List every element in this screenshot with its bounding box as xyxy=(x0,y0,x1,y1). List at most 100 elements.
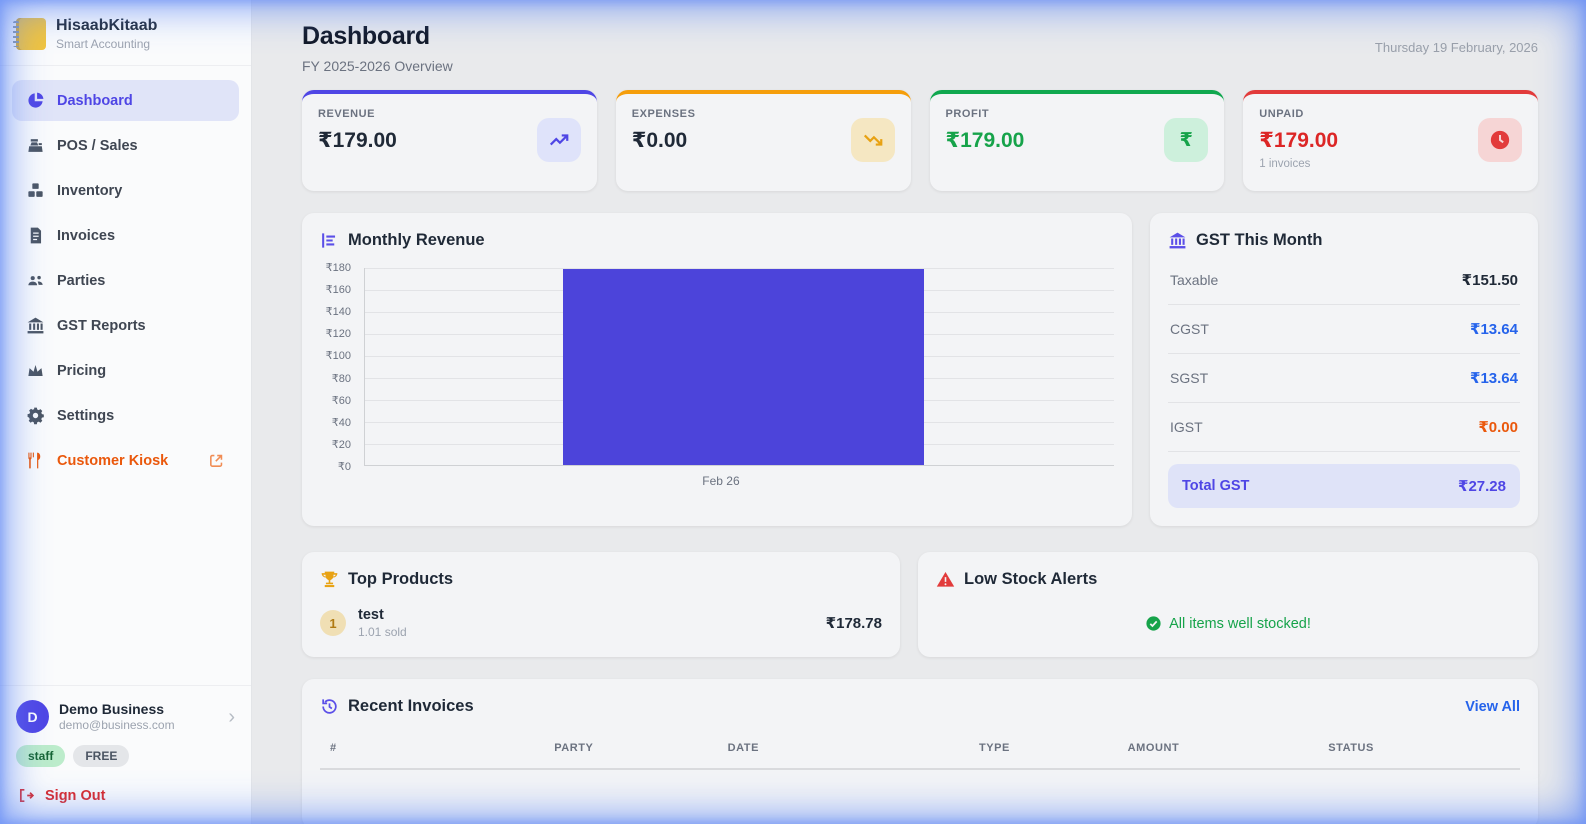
sidebar-item-invoices[interactable]: Invoices xyxy=(12,215,239,256)
sidebar-item-label: Invoices xyxy=(57,227,116,244)
table-divider xyxy=(320,768,1520,770)
monthly-revenue-panel: Monthly Revenue ₹180 ₹160 ₹140 ₹120 ₹100 ₹8… xyxy=(302,213,1132,526)
app-tagline: Smart Accounting xyxy=(56,37,151,52)
sidebar-item-dashboard[interactable]: Dashboard xyxy=(12,80,239,122)
app-name: HisaabKitaab xyxy=(56,17,158,34)
gst-rows: Taxable ₹151.50 CGST ₹13.64 SGST ₹13.64 … xyxy=(1168,256,1520,508)
view-all-link[interactable]: View All xyxy=(1465,699,1520,715)
bank-icon xyxy=(26,316,45,335)
sidebar-item-inventory[interactable]: Inventory xyxy=(12,170,239,211)
avatar: D xyxy=(16,700,49,733)
stat-label: PROFIT xyxy=(945,108,990,120)
col-status: STATUS xyxy=(1328,742,1374,754)
stat-cards-row: REVENUE ₹179.00 EXPENSES ₹0.00 PROFIT ₹1… xyxy=(302,90,1538,191)
sidebar-item-pos-sales[interactable]: POS / Sales xyxy=(12,125,239,166)
business-name: Demo Business xyxy=(59,701,165,717)
trend-down-icon xyxy=(850,118,895,162)
gst-row-cgst: CGST ₹13.64 xyxy=(1168,305,1520,354)
sidebar-item-label: Dashboard xyxy=(57,92,133,109)
panel-title: GST This Month xyxy=(1196,231,1323,249)
panel-title: Top Products xyxy=(348,570,454,588)
plan-badge: FREE xyxy=(73,745,130,767)
panel-title: Low Stock Alerts xyxy=(964,570,1098,588)
revenue-bar xyxy=(562,269,924,465)
sidebar-item-label: Settings xyxy=(57,407,115,424)
sign-out-label: Sign Out xyxy=(45,787,106,804)
bottom-row: Top Products 1 test 1.01 sold ₹178.78 Lo… xyxy=(302,552,1538,657)
trophy-icon xyxy=(320,570,339,589)
check-circle-icon xyxy=(1145,615,1162,632)
sidebar-footer: D Demo Business demo@business.com › staf… xyxy=(0,685,251,824)
panel-title: Recent Invoices xyxy=(348,697,474,715)
middle-row: Monthly Revenue ₹180 ₹160 ₹140 ₹120 ₹100 ₹8… xyxy=(302,213,1538,526)
chart-plot-area xyxy=(364,268,1114,466)
sidebar-item-gst-reports[interactable]: GST Reports xyxy=(12,305,239,346)
gst-row-taxable: Taxable ₹151.50 xyxy=(1168,256,1520,305)
chevron-right-icon: › xyxy=(228,705,235,728)
bank-icon xyxy=(1168,231,1187,250)
business-email: demo@business.com xyxy=(59,718,175,732)
invoice-icon xyxy=(26,226,45,245)
clock-icon xyxy=(1478,118,1522,162)
expenses-card: EXPENSES ₹0.00 xyxy=(615,90,911,191)
chart-x-tick: Feb 26 xyxy=(702,474,740,488)
product-sold: 1.01 sold xyxy=(358,625,407,639)
sign-out-button[interactable]: Sign Out xyxy=(16,773,235,814)
rupee-icon: ₹ xyxy=(1164,118,1209,162)
sidebar-item-customer-kiosk[interactable]: Customer Kiosk xyxy=(12,440,239,481)
stock-status-message: All items well stocked! xyxy=(936,615,1520,632)
product-name: test xyxy=(358,607,384,623)
profile-badges: staff FREE xyxy=(16,745,235,767)
col-amount: AMOUNT xyxy=(1127,742,1180,754)
gst-total-row: Total GST ₹27.28 xyxy=(1168,464,1520,508)
top-products-panel: Top Products 1 test 1.01 sold ₹178.78 xyxy=(302,552,900,657)
history-clock-icon xyxy=(320,697,339,716)
boxes-icon xyxy=(26,181,45,200)
recent-invoices-panel: Recent Invoices View All # PARTY DATE TY… xyxy=(302,679,1538,824)
main-content: Dashboard FY 2025-2026 Overview Thursday… xyxy=(252,0,1586,824)
gear-icon xyxy=(26,406,45,425)
external-link-icon xyxy=(208,452,225,469)
sidebar-item-label: Parties xyxy=(57,272,106,289)
warning-triangle-icon xyxy=(936,570,955,589)
notebook-logo-icon xyxy=(13,17,46,50)
product-amount: ₹178.78 xyxy=(825,615,882,632)
page-header: Dashboard FY 2025-2026 Overview Thursday… xyxy=(302,22,1538,74)
page-title: Dashboard xyxy=(302,22,430,50)
invoice-table-header: # PARTY DATE TYPE AMOUNT STATUS xyxy=(320,742,1520,754)
stat-label: EXPENSES xyxy=(631,108,696,120)
trend-up-icon xyxy=(536,118,581,162)
role-badge: staff xyxy=(16,745,66,767)
sidebar-item-parties[interactable]: Parties xyxy=(12,260,239,301)
stat-label: REVENUE xyxy=(318,108,376,120)
revenue-card: REVENUE ₹179.00 xyxy=(302,90,597,191)
rank-badge: 1 xyxy=(320,610,346,636)
sidebar-item-pricing[interactable]: Pricing xyxy=(12,350,239,391)
people-icon xyxy=(26,271,45,290)
utensils-icon xyxy=(26,451,45,470)
unpaid-card: UNPAID ₹179.00 1 invoices xyxy=(1243,90,1538,191)
pie-chart-icon xyxy=(26,91,45,110)
sidebar-item-settings[interactable]: Settings xyxy=(12,395,239,436)
gst-row-sgst: SGST ₹13.64 xyxy=(1168,354,1520,403)
business-profile[interactable]: D Demo Business demo@business.com › xyxy=(16,700,235,733)
sidebar-item-label: GST Reports xyxy=(57,317,146,334)
col-type: TYPE xyxy=(978,742,1010,754)
sidebar: HisaabKitaab Smart Accounting Dashboard … xyxy=(0,0,252,824)
chart-y-axis: ₹180 ₹160 ₹140 ₹120 ₹100 ₹80 ₹60 ₹40 ₹20 ₹0 xyxy=(325,262,351,473)
col-party: PARTY xyxy=(554,742,594,754)
col-number: # xyxy=(330,742,337,754)
monthly-revenue-chart: ₹180 ₹160 ₹140 ₹120 ₹100 ₹80 ₹60 ₹40 ₹20 ₹0 F… xyxy=(320,262,1114,496)
panel-title: Monthly Revenue xyxy=(348,231,485,249)
gst-row-igst: IGST ₹0.00 xyxy=(1168,403,1520,452)
sign-out-icon xyxy=(18,787,35,804)
low-stock-panel: Low Stock Alerts All items well stocked! xyxy=(918,552,1538,657)
current-date: Thursday 19 February, 2026 xyxy=(1374,40,1538,55)
sidebar-nav: Dashboard POS / Sales Inventory Invoices xyxy=(0,66,251,481)
profit-card: PROFIT ₹179.00 ₹ xyxy=(929,90,1225,191)
gst-panel: GST This Month Taxable ₹151.50 CGST ₹13.… xyxy=(1150,213,1538,526)
sidebar-item-label: POS / Sales xyxy=(57,137,138,154)
app-brand: HisaabKitaab Smart Accounting xyxy=(0,0,251,67)
bar-chart-icon xyxy=(320,231,339,250)
crown-icon xyxy=(26,361,45,380)
